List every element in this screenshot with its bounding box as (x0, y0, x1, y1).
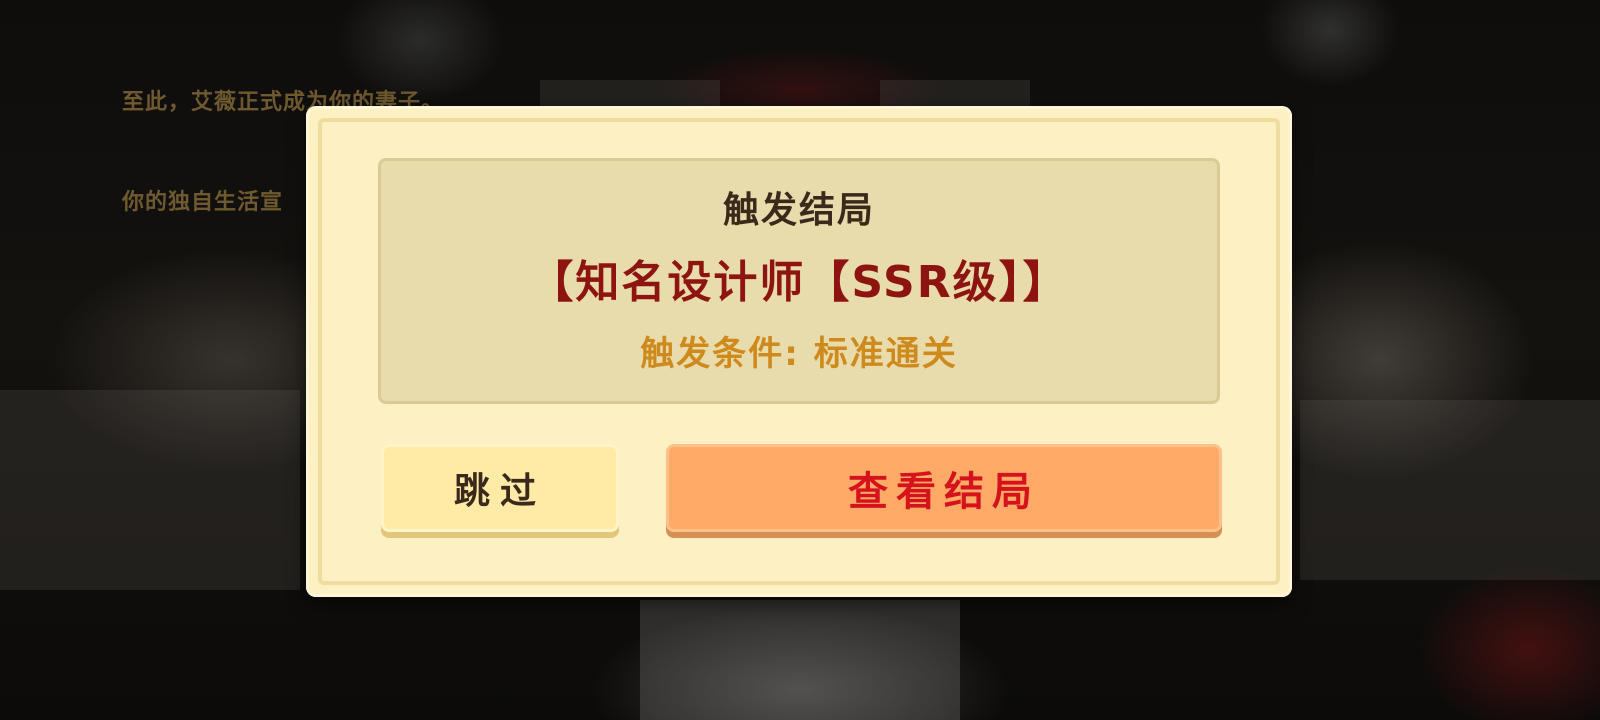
game-screen: 至此，艾薇正式成为你的妻子。 你的独自生活宣 触发结局 【知名设计师【SSR级】… (0, 0, 1600, 720)
dialog-title: 触发结局 (722, 190, 875, 231)
skip-button[interactable]: 跳过 (381, 444, 619, 532)
story-line-2: 你的独自生活宣 (122, 190, 284, 215)
ending-info-panel: 触发结局 【知名设计师【SSR级】】 触发条件: 标准通关 (378, 158, 1220, 404)
ending-name: 【知名设计师【SSR级】】 (529, 257, 1069, 308)
trigger-condition: 触发条件: 标准通关 (640, 334, 958, 374)
view-ending-button[interactable]: 查看结局 (666, 444, 1222, 532)
ending-dialog: 触发结局 【知名设计师【SSR级】】 触发条件: 标准通关 跳过 查看结局 (306, 106, 1292, 597)
